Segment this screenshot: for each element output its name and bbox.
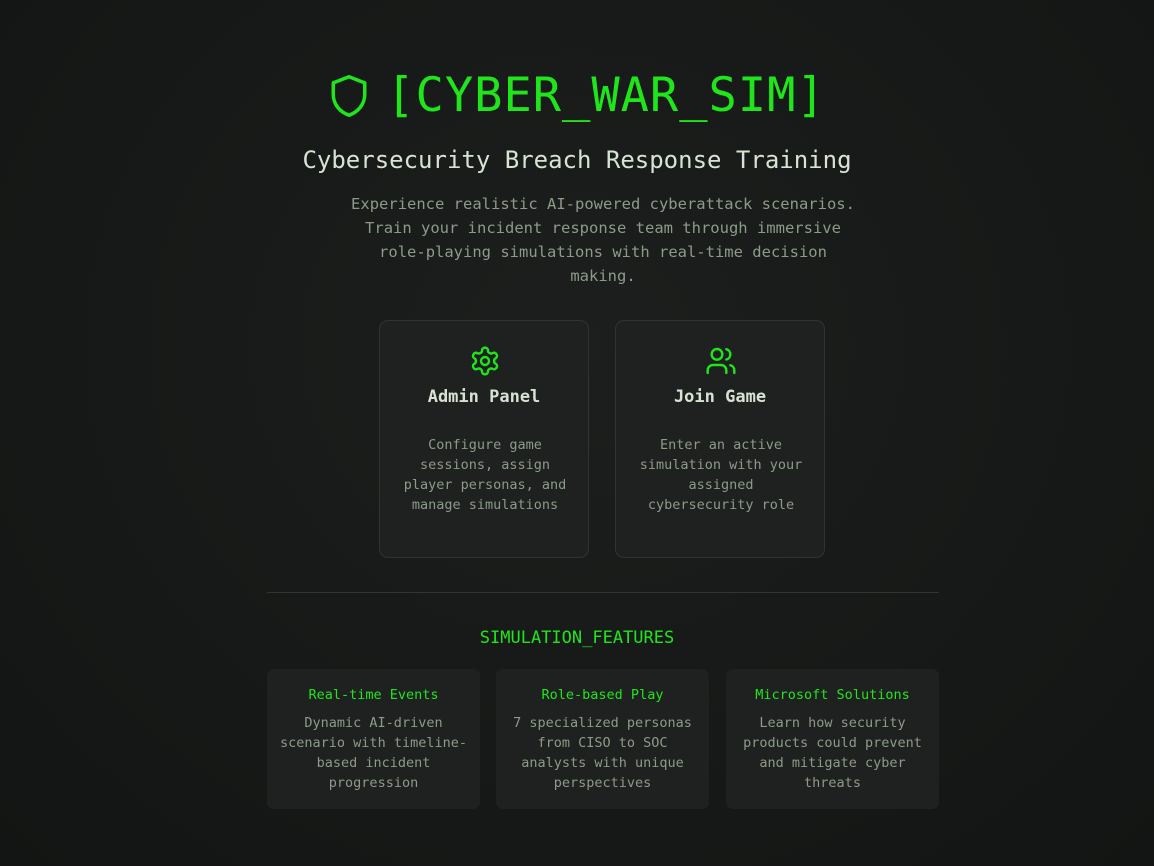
page-subtitle: Cybersecurity Breach Response Training (302, 146, 852, 174)
feature-title: Real-time Events (308, 687, 439, 703)
features-heading: SIMULATION_FEATURES (479, 628, 675, 648)
feature-card-real-time-events: Real-time Events Dynamic AI-driven scena… (267, 669, 480, 809)
join-game-description: Enter an active simulation with your ass… (639, 437, 803, 513)
app-title: [CYBER_WAR_SIM] (386, 68, 826, 123)
admin-panel-card[interactable]: Admin Panel Configure game sessions, ass… (379, 320, 589, 558)
feature-description: 7 specialized personas from CISO to SOC … (513, 715, 692, 791)
feature-description: Dynamic AI-driven scenario with timeline… (280, 715, 467, 791)
hero-header: [CYBER_WAR_SIM] (0, 68, 1154, 124)
hero-description: Experience realistic AI-powered cyberatt… (351, 195, 855, 285)
users-icon (706, 347, 736, 375)
admin-panel-title: Admin Panel (427, 387, 541, 407)
feature-title: Role-based Play (541, 687, 664, 703)
feature-card-microsoft-solutions: Microsoft Solutions Learn how security p… (726, 669, 939, 809)
admin-panel-description: Configure game sessions, assign player p… (403, 437, 567, 513)
feature-description: Learn how security products could preven… (743, 715, 922, 791)
join-game-card[interactable]: Join Game Enter an active simulation wit… (615, 320, 825, 558)
landing-page: [CYBER_WAR_SIM] Cybersecurity Breach Res… (0, 0, 1154, 866)
join-game-title: Join Game (673, 387, 767, 407)
section-divider (267, 592, 939, 593)
feature-title: Microsoft Solutions (755, 687, 910, 703)
feature-card-role-based-play: Role-based Play 7 specialized personas f… (496, 669, 709, 809)
gear-icon (471, 346, 499, 376)
shield-icon (331, 75, 367, 117)
